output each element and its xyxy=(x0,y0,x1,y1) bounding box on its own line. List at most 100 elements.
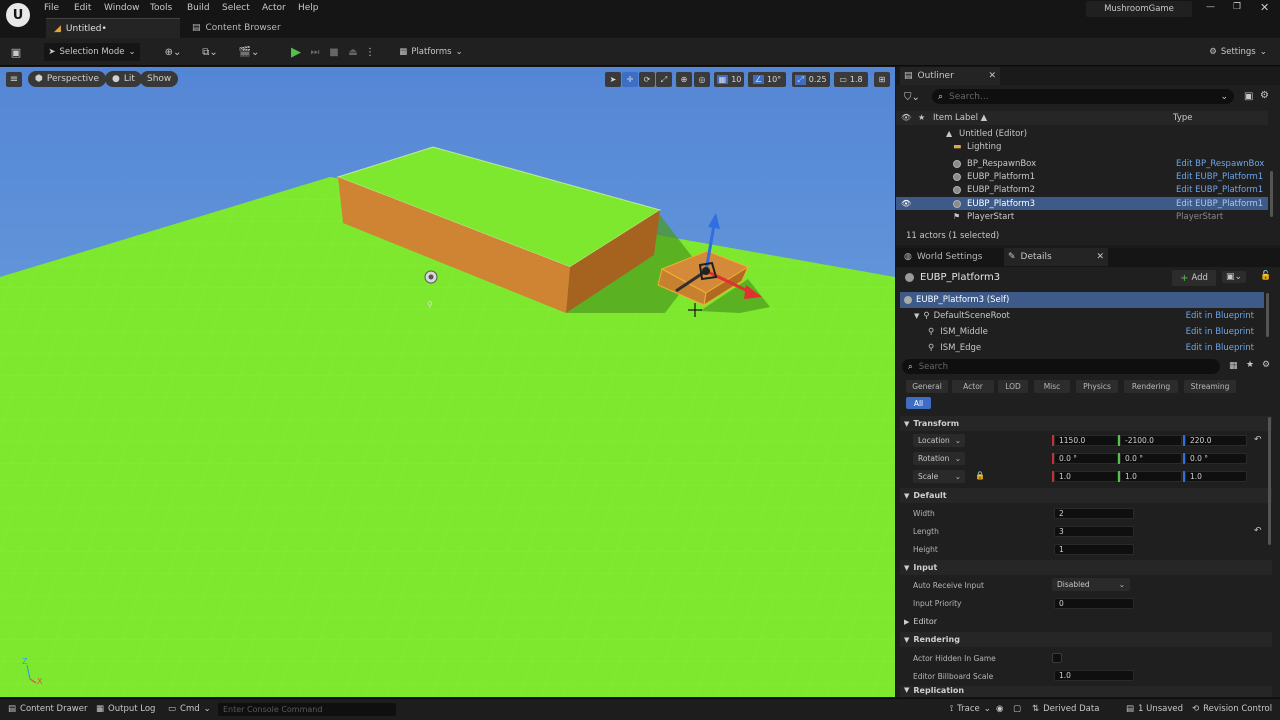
selection-mode-button[interactable]: ➤ Selection Mode ⌄ xyxy=(44,43,140,61)
favorites-star-icon[interactable]: ★ xyxy=(1246,360,1254,370)
outliner-scrollbar[interactable] xyxy=(1270,171,1273,217)
category-physics[interactable]: Physics xyxy=(1076,380,1118,393)
menu-actor[interactable]: Actor xyxy=(262,3,286,13)
outliner-row-type-link[interactable]: Edit EUBP_Platform1 xyxy=(1176,172,1263,182)
reset-arrow-icon[interactable]: ↶ xyxy=(1254,526,1262,536)
component-ism-middle[interactable]: ⚲ ISM_Middle Edit in Blueprint xyxy=(900,324,1264,340)
width-field[interactable]: 2 xyxy=(1054,508,1134,519)
menu-tools[interactable]: Tools xyxy=(150,3,172,13)
blueprint-icon[interactable]: ⧉⌄ xyxy=(197,43,223,61)
level-viewport[interactable]: ⚲ Z X ≡ ⬢ Perspective ● Lit Show ➤ ✛ ⟳ ⤢… xyxy=(0,67,895,697)
visibility-column-icon[interactable]: 👁 xyxy=(901,113,911,122)
category-general[interactable]: General xyxy=(906,380,948,393)
settings-button[interactable]: ⚙ Settings ⌄ xyxy=(1206,43,1270,61)
category-rendering[interactable]: Rendering xyxy=(1124,380,1178,393)
play-icon[interactable]: ▶ xyxy=(287,43,305,61)
tab-level-untitled[interactable]: ◢ Untitled• xyxy=(46,18,180,38)
tab-outliner[interactable]: ▤ Outliner ✕ xyxy=(900,67,1000,85)
scale-y-field[interactable]: 1.0 xyxy=(1120,471,1182,482)
auto-receive-input-dropdown[interactable]: Disabled ⌄ xyxy=(1052,578,1130,591)
component-self[interactable]: EUBP_Platform3 (Self) xyxy=(900,292,1264,308)
scale-x-field[interactable]: 1.0 xyxy=(1054,471,1118,482)
unsaved-button[interactable]: ▤ 1 Unsaved xyxy=(1126,704,1183,714)
input-priority-field[interactable]: 0 xyxy=(1054,598,1134,609)
outliner-row-lighting[interactable]: ▬ Lighting xyxy=(896,140,1268,153)
snapshot-icon[interactable]: ▢ xyxy=(1013,704,1021,714)
billboard-scale-field[interactable]: 1.0 xyxy=(1054,670,1134,681)
menu-window[interactable]: Window xyxy=(104,3,140,13)
console-command-input[interactable]: Enter Console Command xyxy=(218,703,396,716)
camera-speed-button[interactable]: ▭ 1.8 xyxy=(834,72,868,87)
category-actor[interactable]: Actor xyxy=(952,380,994,393)
add-content-icon[interactable]: ⊕⌄ xyxy=(160,43,186,61)
select-mode-icon[interactable]: ➤ xyxy=(605,72,621,87)
record-icon[interactable]: ◉ xyxy=(996,704,1003,714)
section-input[interactable]: ▼ Input xyxy=(900,560,1272,575)
tab-content-browser[interactable]: ▤ Content Browser xyxy=(184,18,304,38)
rotation-x-field[interactable]: 0.0 ° xyxy=(1054,453,1118,464)
gizmo-z-arrow[interactable] xyxy=(708,213,720,229)
outliner-row-world[interactable]: ▲ Untitled (Editor) xyxy=(896,127,1268,140)
outliner-row-eubp-platform3-selected[interactable]: 👁 EUBP_Platform3 Edit EUBP_Platform1 xyxy=(896,197,1268,210)
viewport-layout-icon[interactable]: ⊞ xyxy=(874,72,890,87)
menu-edit[interactable]: Edit xyxy=(74,3,91,13)
maximize-icon[interactable]: ❐ xyxy=(1233,2,1241,12)
more-options-icon[interactable]: ⋮ xyxy=(364,43,376,61)
trace-button[interactable]: ⟟ Trace ⌄ xyxy=(950,704,991,714)
lock-icon[interactable]: 🔓 xyxy=(1260,271,1271,281)
section-rendering[interactable]: ▼ Rendering xyxy=(900,632,1272,647)
output-log-button[interactable]: ▦ Output Log xyxy=(96,704,155,714)
edit-in-blueprint-link[interactable]: Edit in Blueprint xyxy=(1186,327,1254,337)
outliner-row-eubp-platform2[interactable]: EUBP_Platform2 Edit EUBP_Platform1 xyxy=(896,183,1268,196)
location-x-field[interactable]: 1150.0 xyxy=(1054,435,1118,446)
scale-dropdown[interactable]: Scale ⌄ xyxy=(913,470,965,483)
scale-z-field[interactable]: 1.0 xyxy=(1185,471,1247,482)
section-transform[interactable]: ▼ Transform xyxy=(900,416,1272,431)
content-drawer-button[interactable]: ▤ Content Drawer xyxy=(8,704,87,714)
location-z-field[interactable]: 220.0 xyxy=(1185,435,1247,446)
details-settings-icon[interactable]: ⚙ xyxy=(1262,360,1270,370)
outliner-row-type-link[interactable]: Edit EUBP_Platform1 xyxy=(1176,185,1263,195)
stop-icon[interactable]: ■ xyxy=(326,43,342,61)
menu-build[interactable]: Build xyxy=(187,3,210,13)
location-dropdown[interactable]: Location ⌄ xyxy=(913,434,965,447)
blueprint-options-icon[interactable]: ▣⌄ xyxy=(1222,271,1247,283)
lit-button[interactable]: ● Lit xyxy=(105,71,142,87)
eject-icon[interactable]: ⏏ xyxy=(345,43,361,61)
actor-hidden-checkbox[interactable] xyxy=(1052,653,1062,663)
minimize-icon[interactable]: — xyxy=(1206,2,1215,12)
component-ism-edge[interactable]: ⚲ ISM_Edge Edit in Blueprint xyxy=(900,340,1264,356)
edit-in-blueprint-link[interactable]: Edit in Blueprint xyxy=(1186,311,1254,321)
pin-column-icon[interactable]: ★ xyxy=(918,113,925,122)
component-default-scene-root[interactable]: ▼ ⚲ DefaultSceneRoot Edit in Blueprint xyxy=(900,308,1264,324)
column-item-label[interactable]: Item Label ▲ xyxy=(933,113,987,123)
scale-snap-button[interactable]: ⤢ 0.25 xyxy=(792,72,830,87)
edit-in-blueprint-link[interactable]: Edit in Blueprint xyxy=(1186,343,1254,353)
category-misc[interactable]: Misc xyxy=(1034,380,1070,393)
world-space-icon[interactable]: ⊕ xyxy=(676,72,692,87)
save-icon[interactable]: ▣ xyxy=(8,44,24,60)
column-type[interactable]: Type xyxy=(1173,113,1193,123)
details-scrollbar[interactable] xyxy=(1268,417,1271,545)
perspective-button[interactable]: ⬢ Perspective xyxy=(28,71,106,87)
scale-lock-icon[interactable]: 🔒 xyxy=(975,471,985,480)
gizmo-center[interactable] xyxy=(702,267,710,275)
scale-mode-icon[interactable]: ⤢ xyxy=(656,72,672,87)
surface-snap-icon[interactable]: ◎ xyxy=(694,72,710,87)
rotation-snap-button[interactable]: ∠ 10° xyxy=(748,72,786,87)
step-icon[interactable]: ⏭ xyxy=(307,43,323,61)
close-window-icon[interactable]: ✕ xyxy=(1260,1,1269,14)
outliner-row-bp-respawnbox[interactable]: BP_RespawnBox Edit BP_RespawnBox xyxy=(896,157,1268,170)
table-view-icon[interactable]: ▦ xyxy=(1229,361,1238,371)
outliner-search-input[interactable]: ⌕ Search... ⌄ xyxy=(932,89,1234,104)
rotation-y-field[interactable]: 0.0 ° xyxy=(1120,453,1182,464)
derived-data-button[interactable]: ⇅ Derived Data xyxy=(1032,704,1099,714)
outliner-settings-icon[interactable]: ⚙ xyxy=(1260,90,1269,101)
visibility-eye-icon[interactable]: 👁 xyxy=(901,199,911,208)
category-streaming[interactable]: Streaming xyxy=(1184,380,1236,393)
rotation-z-field[interactable]: 0.0 ° xyxy=(1185,453,1247,464)
unreal-logo-icon[interactable]: U xyxy=(6,3,30,27)
add-folder-icon[interactable]: ▣ xyxy=(1244,91,1253,102)
translate-mode-icon[interactable]: ✛ xyxy=(622,72,638,87)
section-default[interactable]: ▼ Default xyxy=(900,488,1272,503)
